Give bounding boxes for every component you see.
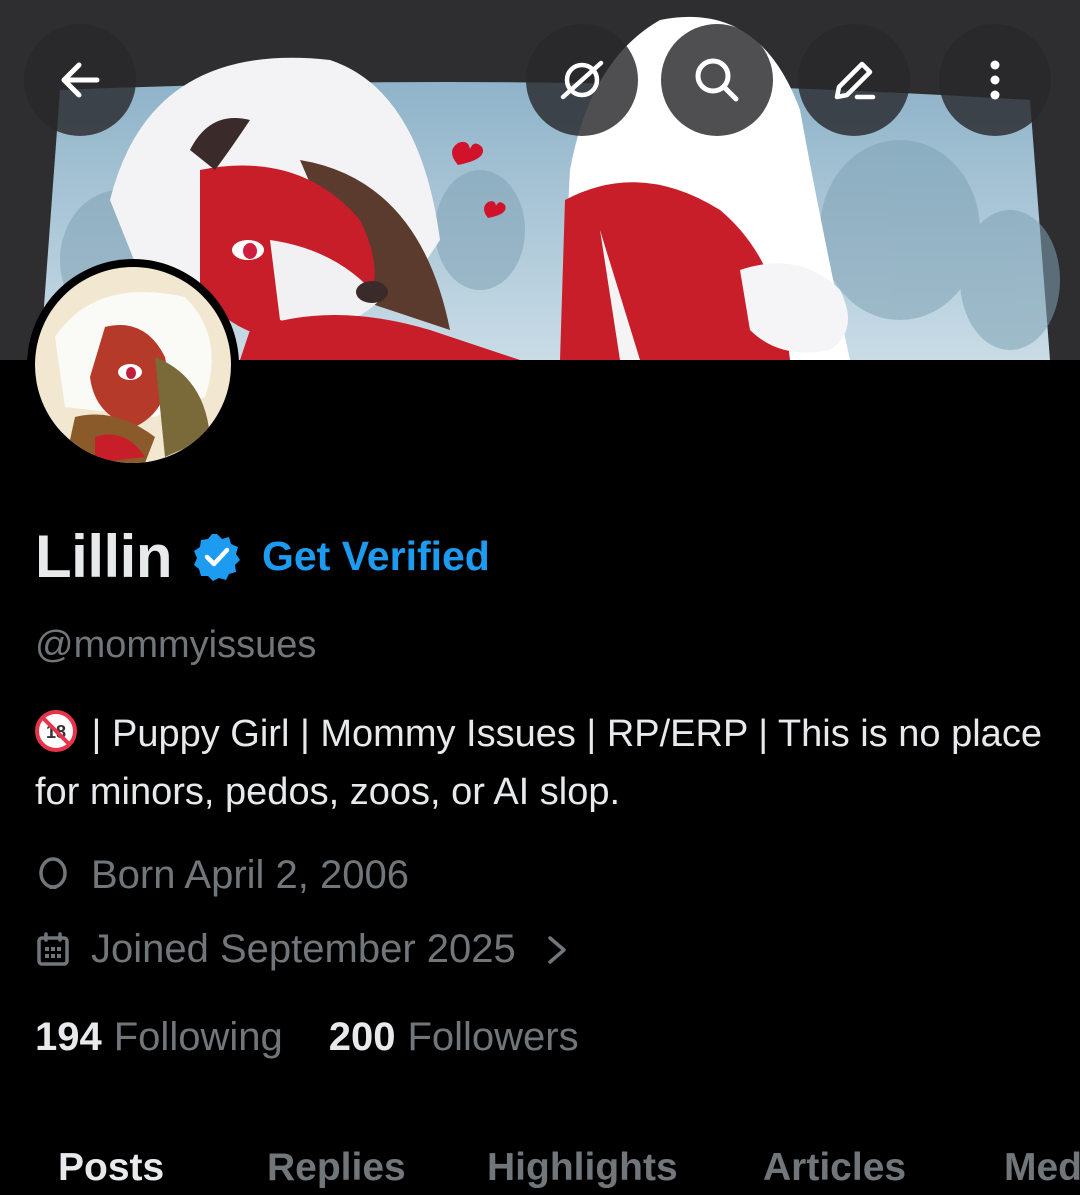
verified-badge-icon[interactable] [192,532,242,582]
profile-avatar[interactable] [27,259,239,471]
grok-icon [560,60,604,100]
following-label: Following [113,1015,283,1059]
following-count: 194 [35,1015,102,1059]
more-vertical-icon [990,60,1000,100]
avatar-image [35,267,231,463]
joined-text: Joined September 2025 [91,927,516,971]
name-row: Lillin Get Verified [35,522,490,591]
followers-link[interactable]: 200 Followers [329,1015,579,1060]
tab-posts[interactable]: Posts [58,1146,164,1190]
arrow-left-icon [61,62,100,98]
follow-stats: 194 Following 200 Followers [35,1015,579,1060]
tab-highlights[interactable]: Highlights [487,1146,678,1190]
search-icon [695,58,739,102]
tab-replies[interactable]: Replies [267,1146,406,1190]
calendar-icon [37,931,69,966]
profile-bio: 18 | Puppy Girl | Mommy Issues | RP/ERP … [35,705,1045,821]
edit-button[interactable] [798,24,910,136]
followers-count: 200 [328,1015,396,1059]
display-name: Lillin [35,523,172,590]
more-options-button[interactable] [939,24,1051,136]
get-verified-link[interactable]: Get Verified [262,533,490,580]
back-button[interactable] [24,24,136,136]
joined-row[interactable]: Joined September 2025 [35,927,570,972]
profile-tabs: Posts Replies Highlights Articles Media [0,1140,1080,1195]
pencil-icon [834,61,876,100]
grok-button[interactable] [526,24,638,136]
birthday-row: Born April 2, 2006 [35,853,409,898]
balloon-icon [39,856,67,889]
chevron-right-icon [548,935,566,964]
user-handle: @mommyissues [35,624,317,666]
bio-text: | Puppy Girl | Mommy Issues | RP/ERP | T… [35,713,1042,813]
search-button[interactable] [661,24,773,136]
following-link[interactable]: 194 Following [35,1015,283,1060]
18-plus-prohibited-icon: 18 [35,710,77,752]
profile-page: Lillin Get Verified @mommyissues 18 | Pu… [0,0,1080,1195]
birthday-text: Born April 2, 2006 [91,853,409,897]
tab-articles[interactable]: Articles [763,1146,906,1190]
followers-label: Followers [407,1015,579,1059]
tab-media[interactable]: Media [1004,1146,1080,1190]
